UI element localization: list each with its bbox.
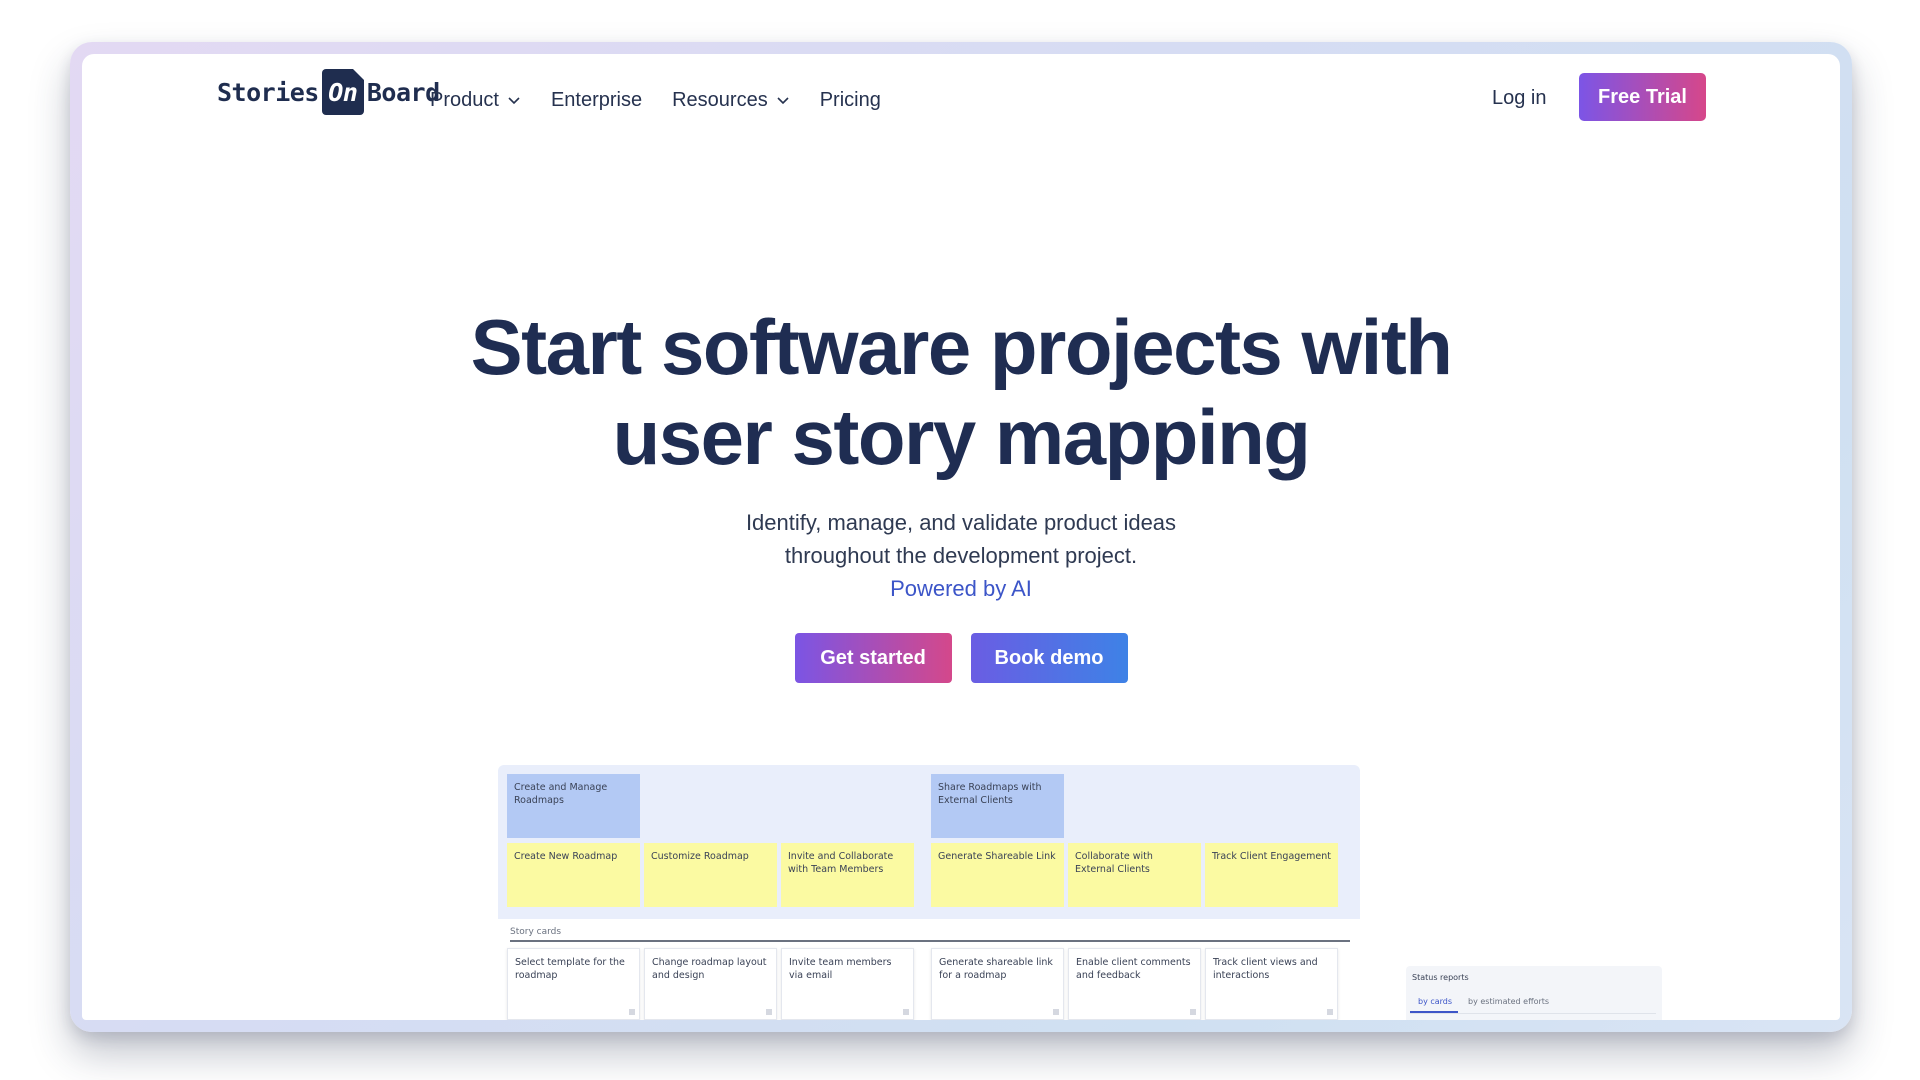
card-handle-icon — [903, 1009, 909, 1015]
section-divider — [510, 940, 1350, 942]
logo-text-stories: Stories — [217, 77, 319, 107]
nav-item-enterprise[interactable]: Enterprise — [551, 89, 642, 112]
card-handle-icon — [1053, 1009, 1059, 1015]
story-card-text: Track client views and interactions — [1213, 957, 1318, 981]
nav-menu: Product Enterprise Resources Pricing — [430, 80, 881, 120]
hero-subtitle-line1: Identify, manage, and validate product i… — [745, 510, 1177, 535]
story-map-preview: Create and Manage Roadmaps Share Roadmap… — [498, 765, 1360, 1020]
cta-row: Get started Book demo — [82, 633, 1840, 683]
top-navigation: Stories On Board Product Enterprise Reso… — [82, 54, 1840, 144]
hero-title-line1: Start software projects with — [470, 303, 1453, 391]
story-card-text: Change roadmap layout and design — [652, 957, 767, 981]
page-window: Stories On Board Product Enterprise Reso… — [82, 54, 1840, 1020]
story-card: Generate shareable link for a roadmap — [931, 948, 1064, 1020]
hero-title: Start software projects with user story … — [82, 302, 1840, 482]
tab-by-estimated-efforts[interactable]: by estimated efforts — [1468, 997, 1549, 1006]
story-card: Invite team members via email — [781, 948, 914, 1020]
book-demo-button[interactable]: Book demo — [970, 633, 1128, 683]
hero-subtitle-line2: throughout the development project. — [784, 543, 1138, 568]
feature-card: Collaborate with External Clients — [1068, 843, 1201, 907]
nav-item-label: Enterprise — [550, 88, 643, 111]
get-started-button[interactable]: Get started — [794, 633, 952, 683]
hero-subtitle: Identify, manage, and validate product i… — [82, 506, 1840, 605]
story-card-text: Enable client comments and feedback — [1076, 957, 1191, 981]
logo-on-badge: On — [321, 69, 364, 115]
story-cards-label: Story cards — [510, 927, 562, 937]
feature-card: Track Client Engagement — [1205, 843, 1338, 907]
card-handle-icon — [629, 1009, 635, 1015]
story-card: Select template for the roadmap — [507, 948, 640, 1020]
nav-item-label: Resources — [672, 88, 768, 111]
status-reports-card: Status reports by cards by estimated eff… — [1406, 966, 1662, 1020]
login-link[interactable]: Log in — [1492, 87, 1547, 110]
story-card: Track client views and interactions — [1205, 948, 1338, 1020]
logo-text-board: Board — [366, 77, 440, 107]
feature-card: Invite and Collaborate with Team Members — [781, 843, 914, 907]
story-card: Change roadmap layout and design — [644, 948, 777, 1020]
nav-item-resources[interactable]: Resources — [672, 89, 790, 112]
feature-card: Generate Shareable Link — [931, 843, 1064, 907]
card-handle-icon — [1327, 1009, 1333, 1015]
card-handle-icon — [1190, 1009, 1196, 1015]
story-card-text: Generate shareable link for a roadmap — [939, 957, 1053, 981]
story-cards-section: Story cards Select template for the road… — [498, 919, 1360, 1020]
nav-item-label: Pricing — [819, 88, 881, 111]
chevron-down-icon — [777, 97, 789, 105]
story-card-text: Select template for the roadmap — [515, 957, 625, 981]
story-card: Enable client comments and feedback — [1068, 948, 1201, 1020]
free-trial-button[interactable]: Free Trial — [1579, 73, 1706, 121]
chevron-down-icon — [508, 97, 520, 105]
tab-divider — [1410, 1013, 1656, 1014]
browser-frame: Stories On Board Product Enterprise Reso… — [70, 42, 1852, 1032]
epic-card: Share Roadmaps with External Clients — [931, 774, 1064, 838]
card-handle-icon — [766, 1009, 772, 1015]
nav-item-product[interactable]: Product — [430, 89, 521, 112]
story-card-text: Invite team members via email — [789, 957, 892, 981]
epic-card: Create and Manage Roadmaps — [507, 774, 640, 838]
feature-card: Customize Roadmap — [644, 843, 777, 907]
nav-item-pricing[interactable]: Pricing — [820, 89, 881, 112]
nav-item-label: Product — [430, 88, 499, 111]
powered-by-ai-text: Powered by AI — [890, 576, 1032, 601]
storiesonboard-logo[interactable]: Stories On Board — [217, 68, 440, 116]
tab-by-cards[interactable]: by cards — [1418, 997, 1452, 1006]
feature-card: Create New Roadmap — [507, 843, 640, 907]
status-reports-title: Status reports — [1412, 973, 1469, 982]
hero-title-line2: user story mapping — [612, 393, 1311, 481]
